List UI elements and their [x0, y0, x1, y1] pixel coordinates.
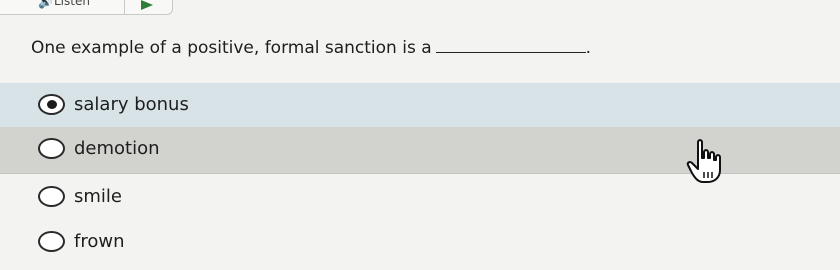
question-prompt: One example of a positive, formal sancti…: [31, 38, 432, 58]
toolbar-divider: [124, 0, 125, 14]
question-period: .: [585, 38, 592, 58]
listen-button[interactable]: Listen: [54, 0, 90, 8]
option-label: smile: [74, 186, 122, 207]
speaker-icon[interactable]: 🔊: [38, 0, 53, 9]
answer-blank: [435, 38, 586, 53]
radio-button[interactable]: [38, 94, 65, 115]
hand-pointer-cursor-icon: [686, 139, 721, 183]
option-label: demotion: [74, 138, 160, 159]
radio-button[interactable]: [38, 186, 65, 207]
radio-button[interactable]: [38, 231, 65, 252]
option-label: frown: [74, 231, 125, 252]
listen-toolbar: 🔊 Listen: [0, 0, 173, 15]
option-label: salary bonus: [74, 94, 189, 115]
radio-selected-dot: [47, 100, 57, 109]
question-text: One example of a positive, formal sancti…: [31, 38, 591, 58]
option-salary-bonus[interactable]: salary bonus: [0, 83, 840, 129]
radio-button[interactable]: [38, 138, 65, 159]
option-frown[interactable]: frown: [0, 220, 840, 266]
play-icon[interactable]: [141, 0, 153, 10]
